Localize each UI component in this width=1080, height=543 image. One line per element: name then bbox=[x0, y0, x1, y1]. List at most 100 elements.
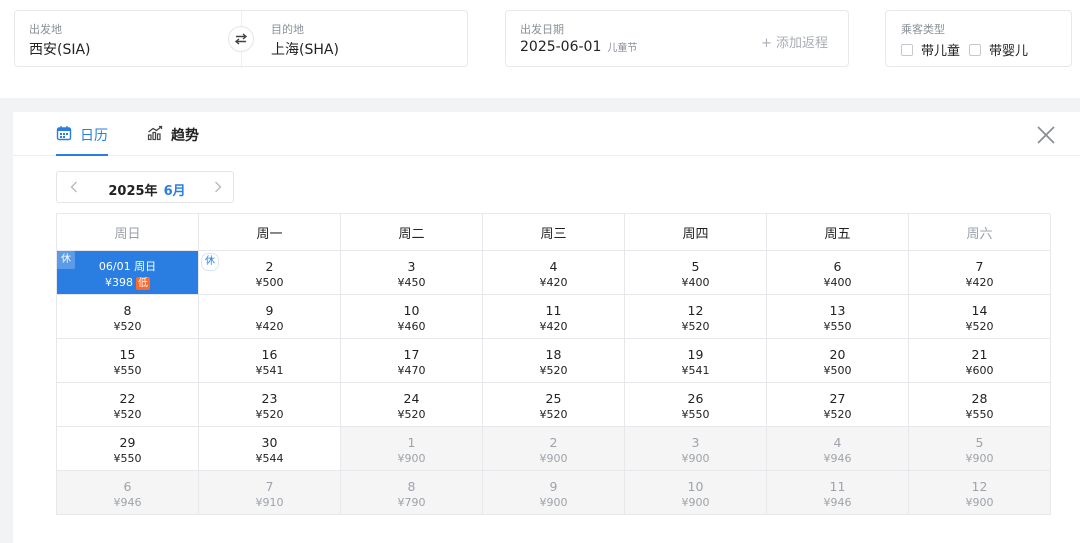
close-icon[interactable] bbox=[1035, 124, 1057, 146]
day-number: 26 bbox=[687, 391, 704, 406]
day-number: 11 bbox=[829, 479, 846, 494]
calendar-day-cell[interactable]: 休 06/01 周日 ¥398 低 bbox=[57, 251, 199, 295]
day-number: 14 bbox=[971, 303, 988, 318]
calendar-day-cell[interactable]: 7 ¥420 bbox=[909, 251, 1051, 295]
passenger-card: 乘客类型 带儿童 带婴儿 bbox=[885, 10, 1072, 67]
passenger-type-label: 乘客类型 bbox=[901, 23, 945, 36]
calendar-day-cell[interactable]: 5 ¥400 bbox=[625, 251, 767, 295]
calendar-day-cell[interactable]: 11 ¥946 bbox=[767, 471, 909, 515]
calendar-day-cell[interactable]: 18 ¥520 bbox=[483, 339, 625, 383]
swap-button[interactable] bbox=[228, 26, 254, 52]
day-price: ¥520 bbox=[681, 320, 710, 333]
day-price: ¥544 bbox=[255, 452, 284, 465]
calendar-day-cell[interactable]: 12 ¥900 bbox=[909, 471, 1051, 515]
add-return-button[interactable]: + 添加返程 bbox=[761, 32, 828, 51]
day-price: ¥400 bbox=[681, 276, 710, 289]
calendar-day-cell[interactable]: 3 ¥450 bbox=[341, 251, 483, 295]
calendar-day-cell[interactable]: 3 ¥900 bbox=[625, 427, 767, 471]
calendar-day-cell[interactable]: 11 ¥420 bbox=[483, 295, 625, 339]
day-number: 8 bbox=[123, 303, 132, 318]
calendar-day-cell[interactable]: 19 ¥541 bbox=[625, 339, 767, 383]
month-navigator: 2025年 6月 bbox=[56, 171, 234, 203]
calendar-day-cell[interactable]: 4 ¥946 bbox=[767, 427, 909, 471]
day-price: ¥550 bbox=[113, 452, 142, 465]
day-price: ¥790 bbox=[397, 496, 426, 509]
calendar-day-cell[interactable]: 15 ¥550 bbox=[57, 339, 199, 383]
day-number: 7 bbox=[975, 259, 984, 274]
day-price: ¥398 bbox=[105, 276, 133, 289]
prev-month-button[interactable] bbox=[59, 172, 89, 202]
day-price: ¥946 bbox=[113, 496, 142, 509]
calendar-day-cell[interactable]: 28 ¥550 bbox=[909, 383, 1051, 427]
calendar-day-cell[interactable]: 8 ¥520 bbox=[57, 295, 199, 339]
calendar-day-cell[interactable]: 9 ¥900 bbox=[483, 471, 625, 515]
calendar-day-cell[interactable]: 休 2 ¥500 bbox=[199, 251, 341, 295]
calendar-day-cell[interactable]: 29 ¥550 bbox=[57, 427, 199, 471]
day-price: ¥420 bbox=[539, 320, 568, 333]
day-number: 27 bbox=[829, 391, 846, 406]
calendar-day-cell[interactable]: 4 ¥420 bbox=[483, 251, 625, 295]
weekday-header: 周五 bbox=[767, 214, 909, 251]
dest-field[interactable]: 上海(SHA) bbox=[271, 39, 339, 59]
calendar-day-cell[interactable]: 30 ¥544 bbox=[199, 427, 341, 471]
route-card: 出发地 西安(SIA) 目的地 上海(SHA) bbox=[14, 10, 468, 68]
calendar-day-cell[interactable]: 13 ¥550 bbox=[767, 295, 909, 339]
day-price: ¥520 bbox=[823, 408, 852, 421]
calendar-day-cell[interactable]: 16 ¥541 bbox=[199, 339, 341, 383]
next-month-button[interactable] bbox=[203, 172, 233, 202]
day-number: 10 bbox=[403, 303, 420, 318]
swap-arrows-icon bbox=[234, 33, 248, 45]
month-label[interactable]: 6月 bbox=[164, 184, 186, 199]
day-price: ¥400 bbox=[823, 276, 852, 289]
calendar-day-cell[interactable]: 20 ¥500 bbox=[767, 339, 909, 383]
origin-field[interactable]: 西安(SIA) bbox=[29, 39, 91, 59]
checkbox-icon bbox=[901, 43, 913, 56]
day-number: 6 bbox=[833, 259, 842, 274]
calendar-day-cell[interactable]: 26 ¥550 bbox=[625, 383, 767, 427]
calendar-day-cell[interactable]: 10 ¥900 bbox=[625, 471, 767, 515]
weekday-header: 周三 bbox=[483, 214, 625, 251]
calendar-grid: 周日 周一 周二 周三 周四 周五 周六休 06/01 周日 ¥398 低休 2 ¥500 3 ¥450 4… bbox=[56, 213, 1051, 515]
calendar-day-cell[interactable]: 1 ¥900 bbox=[341, 427, 483, 471]
calendar-day-cell[interactable]: 22 ¥520 bbox=[57, 383, 199, 427]
with-child-checkbox[interactable]: 带儿童 bbox=[901, 40, 960, 59]
day-price: ¥550 bbox=[965, 408, 994, 421]
calendar-day-cell[interactable]: 21 ¥600 bbox=[909, 339, 1051, 383]
day-number: 11 bbox=[545, 303, 562, 318]
tab-trend[interactable]: 趋势 bbox=[147, 125, 199, 156]
calendar-day-cell[interactable]: 12 ¥520 bbox=[625, 295, 767, 339]
day-price: ¥946 bbox=[823, 452, 852, 465]
calendar-day-cell[interactable]: 8 ¥790 bbox=[341, 471, 483, 515]
tab-calendar[interactable]: 日历 bbox=[56, 125, 108, 156]
chevron-right-icon bbox=[215, 181, 222, 193]
calendar-day-cell[interactable]: 6 ¥400 bbox=[767, 251, 909, 295]
calendar-day-cell[interactable]: 10 ¥460 bbox=[341, 295, 483, 339]
day-number: 25 bbox=[545, 391, 562, 406]
day-number: 1 bbox=[407, 435, 416, 450]
calendar-day-cell[interactable]: 27 ¥520 bbox=[767, 383, 909, 427]
weekday-header: 周六 bbox=[909, 214, 1051, 251]
calendar-day-cell[interactable]: 24 ¥520 bbox=[341, 383, 483, 427]
calendar-day-cell[interactable]: 17 ¥470 bbox=[341, 339, 483, 383]
day-number: 22 bbox=[119, 391, 136, 406]
day-price: ¥900 bbox=[397, 452, 426, 465]
calendar-day-cell[interactable]: 23 ¥520 bbox=[199, 383, 341, 427]
day-number: 17 bbox=[403, 347, 420, 362]
day-price: ¥900 bbox=[681, 452, 710, 465]
calendar-day-cell[interactable]: 2 ¥900 bbox=[483, 427, 625, 471]
day-number: 18 bbox=[545, 347, 562, 362]
rest-day-badge: 休 bbox=[57, 251, 75, 269]
day-price: ¥520 bbox=[965, 320, 994, 333]
day-price: ¥520 bbox=[539, 408, 568, 421]
day-price: ¥470 bbox=[397, 364, 426, 377]
calendar-day-cell[interactable]: 5 ¥900 bbox=[909, 427, 1051, 471]
calendar-day-cell[interactable]: 14 ¥520 bbox=[909, 295, 1051, 339]
calendar-day-cell[interactable]: 9 ¥420 bbox=[199, 295, 341, 339]
with-infant-checkbox[interactable]: 带婴儿 bbox=[969, 40, 1028, 59]
calendar-day-cell[interactable]: 25 ¥520 bbox=[483, 383, 625, 427]
calendar-day-cell[interactable]: 6 ¥946 bbox=[57, 471, 199, 515]
calendar-day-cell[interactable]: 7 ¥910 bbox=[199, 471, 341, 515]
day-number: 4 bbox=[833, 435, 842, 450]
day-number: 21 bbox=[971, 347, 988, 362]
date-field[interactable]: 2025-06-01 儿童节 bbox=[520, 39, 637, 55]
